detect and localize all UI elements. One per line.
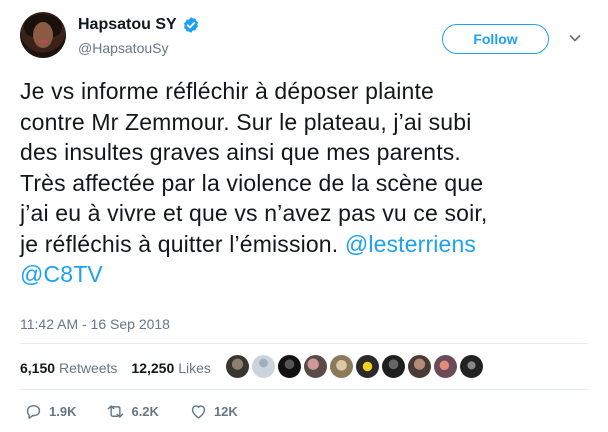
avatar-lip	[39, 40, 48, 43]
liker-avatar[interactable]	[226, 355, 249, 378]
liker-avatar[interactable]	[408, 355, 431, 378]
likes-label[interactable]: Likes	[178, 360, 211, 376]
engagement-stats: 6,150 Retweets 12,250 Likes	[20, 360, 225, 376]
retweet-count: 6.2K	[131, 404, 159, 419]
user-handle[interactable]: @HapsatouSy	[78, 40, 168, 56]
likes-count[interactable]: 12,250	[131, 360, 174, 376]
liker-avatar[interactable]	[356, 355, 379, 378]
tweet-line: des insultes graves ainsi que mes parent…	[20, 139, 461, 165]
divider	[20, 343, 588, 344]
liker-avatar[interactable]	[382, 355, 405, 378]
tweet-card: Hapsatou SY @HapsatouSy Follow Je vs inf…	[0, 0, 608, 432]
retweets-count[interactable]: 6,150	[20, 360, 55, 376]
tweet-line: j’ai eu à vivre et que vs n’avez pas vu …	[20, 200, 488, 226]
liker-avatar[interactable]	[460, 355, 483, 378]
retweets-label[interactable]: Retweets	[59, 360, 117, 376]
liker-avatar[interactable]	[252, 355, 275, 378]
user-name-row[interactable]: Hapsatou SY	[78, 16, 200, 34]
liker-avatar[interactable]	[330, 355, 353, 378]
liker-avatars	[226, 355, 483, 378]
display-name[interactable]: Hapsatou SY	[78, 16, 177, 34]
mention-lesterriens-link[interactable]: @lesterriens	[345, 231, 476, 257]
tweet-line: contre Mr Zemmour. Sur le plateau, j’ai …	[20, 108, 472, 135]
tweet-text: Je vs informe réfléchir à déposer plaint…	[20, 76, 590, 290]
tweet-timestamp[interactable]: 11:42 AM - 16 Sep 2018	[20, 316, 170, 332]
retweet-action[interactable]: 6.2K	[106, 402, 159, 421]
like-count: 12K	[213, 404, 238, 419]
verified-badge-icon	[183, 17, 198, 33]
tweet-line: Je vs informe réfléchir à déposer plaint…	[20, 78, 434, 104]
avatar[interactable]	[20, 12, 66, 58]
retweet-icon[interactable]	[106, 402, 125, 421]
liker-avatar[interactable]	[434, 355, 457, 378]
chevron-down-icon[interactable]	[567, 30, 583, 46]
follow-button[interactable]: Follow	[442, 24, 549, 54]
tweet-line: Très affectée par la violence de la scèn…	[20, 169, 484, 196]
tweet-line: je réfléchis à quitter l’émission. @lest…	[20, 230, 477, 257]
tweet-actions: 1.9K 6.2K 12K	[24, 402, 268, 421]
liker-avatar[interactable]	[278, 355, 301, 378]
divider	[20, 389, 588, 390]
mention-c8tv-link[interactable]: @C8TV	[20, 261, 103, 287]
tweet-line: @C8TV	[20, 259, 590, 290]
heart-icon[interactable]	[189, 402, 208, 421]
avatar-face	[33, 22, 53, 48]
reply-count: 1.9K	[49, 404, 77, 419]
liker-avatar[interactable]	[304, 355, 327, 378]
reply-icon[interactable]	[24, 402, 43, 421]
reply-action[interactable]: 1.9K	[24, 402, 76, 421]
like-action[interactable]: 12K	[189, 402, 238, 421]
